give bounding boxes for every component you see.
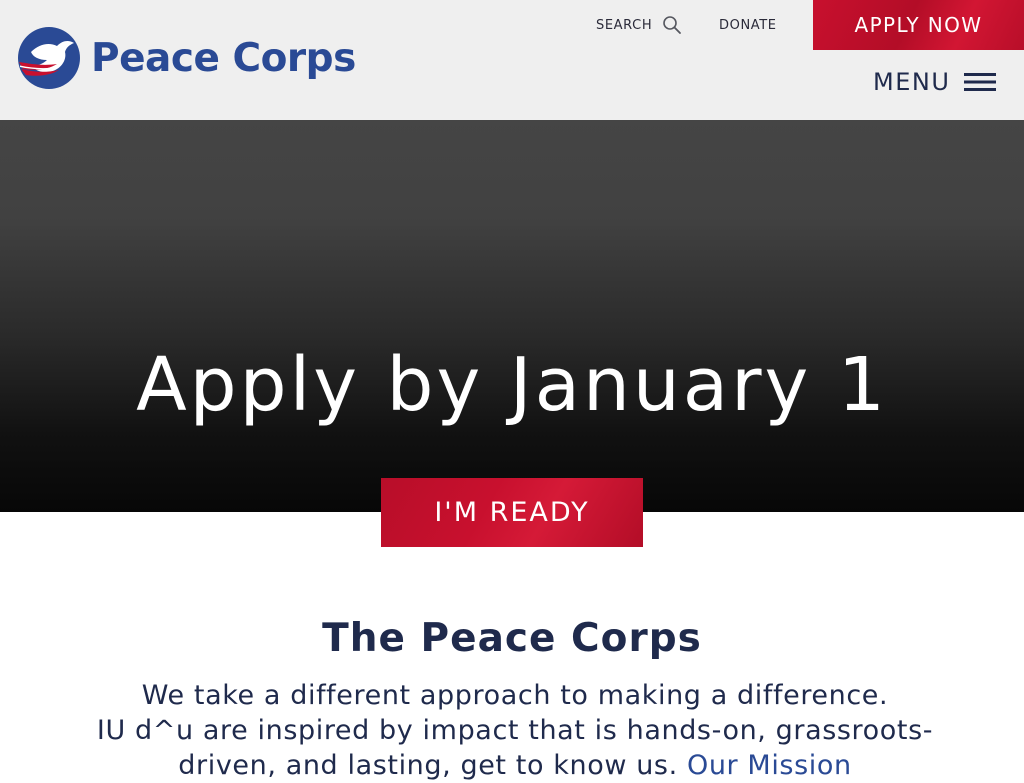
search-button[interactable]: SEARCH xyxy=(596,15,682,35)
site-header: Peace Corps SEARCH DONATE APPLY NOW MENU xyxy=(0,0,1024,120)
intro-heading: The Peace Corps xyxy=(322,616,702,661)
apply-now-label: APPLY NOW xyxy=(854,13,983,37)
menu-label: MENU xyxy=(873,68,951,96)
apply-now-button[interactable]: APPLY NOW xyxy=(813,0,1024,50)
search-icon xyxy=(663,16,682,34)
hamburger-menu-icon xyxy=(964,73,997,91)
menu-toggle[interactable]: MENU xyxy=(873,66,997,98)
hero-title: Apply by January 1 xyxy=(136,342,888,428)
search-label: SEARCH xyxy=(596,17,653,33)
dove-logo-icon xyxy=(18,27,80,89)
intro-text: We take a different approach to making a… xyxy=(80,678,950,783)
peace-corps-logo[interactable]: Peace Corps xyxy=(17,26,357,90)
im-ready-label: I'M READY xyxy=(434,497,590,528)
brand-name: Peace Corps xyxy=(91,35,356,81)
intro-line-1: We take a different approach to making a… xyxy=(141,680,889,711)
donate-link[interactable]: DONATE xyxy=(719,18,777,33)
im-ready-button[interactable]: I'M READY xyxy=(381,478,643,547)
hero-banner xyxy=(0,120,1024,512)
our-mission-link[interactable]: Our Mission xyxy=(687,750,852,781)
